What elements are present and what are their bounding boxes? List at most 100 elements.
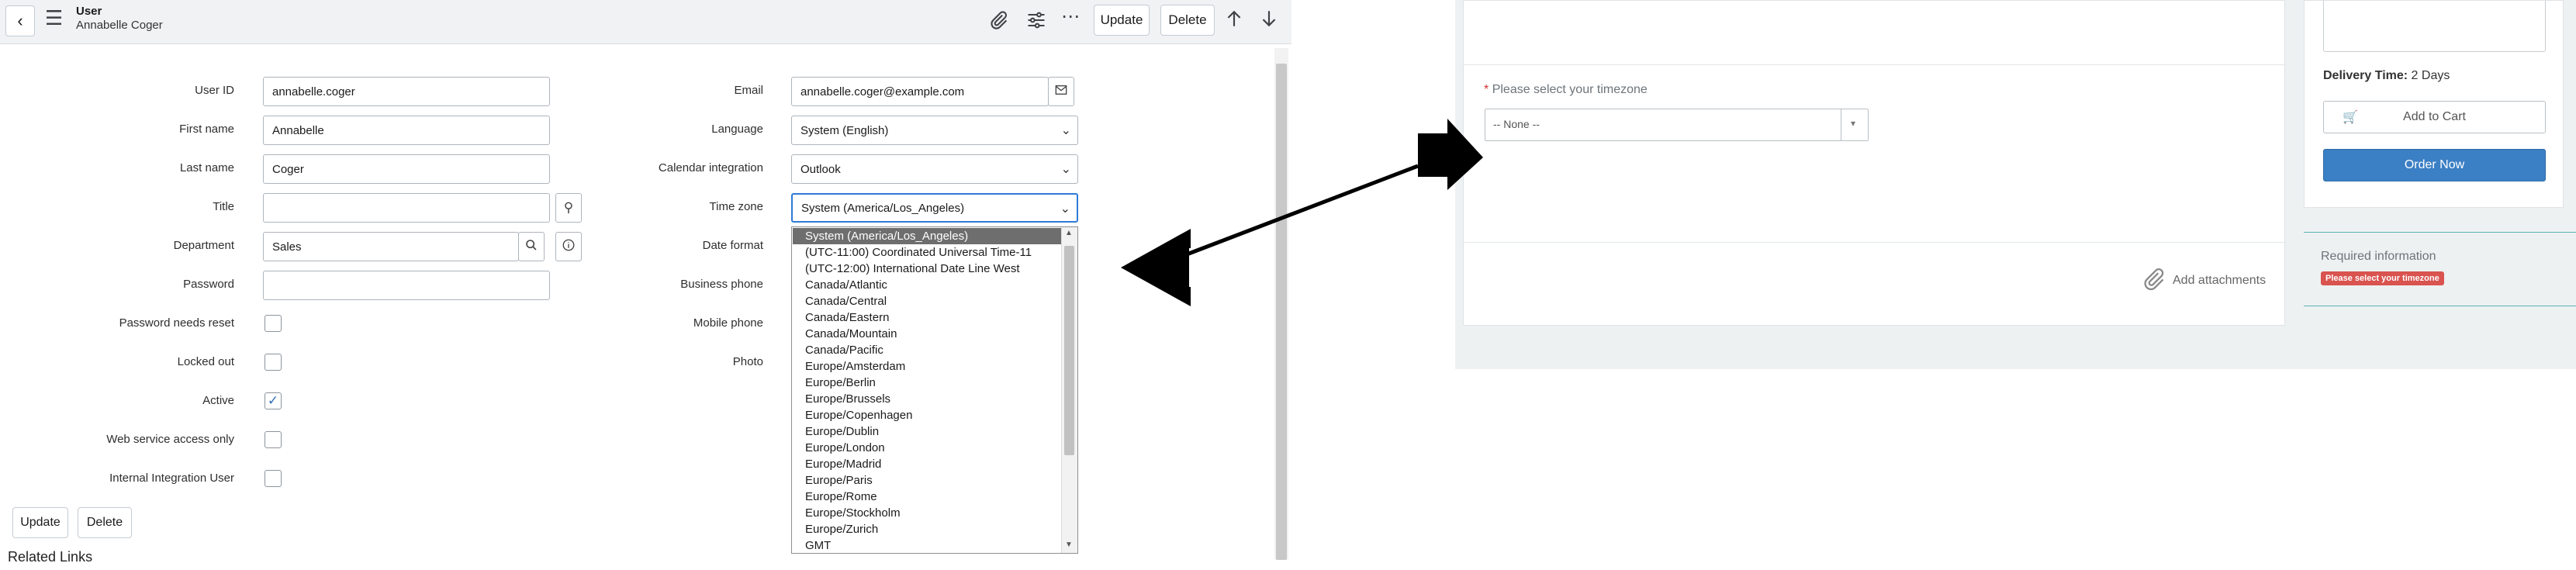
password-needs-reset-checkbox[interactable]: [265, 315, 282, 332]
timezone-prompt-text: Please select your timezone: [1492, 83, 1648, 96]
hamburger-menu-icon[interactable]: ☰: [45, 8, 63, 28]
user-id-label: User ID: [195, 84, 234, 97]
personalize-sliders-icon[interactable]: [1025, 9, 1047, 34]
department-lookup-button[interactable]: [518, 232, 545, 261]
calendar-integration-select[interactable]: Outlook ⌄: [791, 154, 1078, 184]
search-icon: [525, 239, 538, 255]
timezone-option[interactable]: Europe/Rome: [793, 489, 1061, 505]
caret-down-icon: ▾: [1851, 118, 1856, 129]
arrow-down-icon[interactable]: [1259, 8, 1279, 33]
timezone-option[interactable]: Canada/Pacific: [793, 342, 1061, 358]
title-input[interactable]: [263, 193, 550, 223]
header-update-button[interactable]: Update: [1094, 5, 1150, 36]
password-input[interactable]: [263, 271, 550, 300]
timezone-select[interactable]: -- None -- ▾: [1485, 109, 1869, 141]
timezone-select-value: -- None --: [1493, 118, 1540, 130]
checkmark-icon: ✓: [267, 393, 279, 408]
paperclip-icon[interactable]: [987, 9, 1009, 35]
header-delete-button[interactable]: Delete: [1160, 5, 1215, 36]
timezone-option[interactable]: GMT: [793, 537, 1061, 553]
form-header: ‹ ☰ User Annabelle Coger ⋯ Update Delete: [0, 0, 1291, 44]
email-input[interactable]: annabelle.coger@example.com: [791, 77, 1049, 106]
catalog-variable-card: * Please select your timezone -- None --…: [1463, 0, 2285, 326]
language-value: System (English): [800, 123, 889, 137]
language-label: Language: [711, 123, 763, 136]
paperclip-icon[interactable]: [2140, 266, 2166, 296]
page-scrollbar[interactable]: [1274, 48, 1288, 560]
timezone-question-label: * Please select your timezone: [1484, 83, 1648, 97]
timezone-option[interactable]: Canada/Eastern: [793, 309, 1061, 326]
timezone-option[interactable]: Europe/Berlin: [793, 375, 1061, 391]
last-name-input[interactable]: Coger: [263, 154, 550, 184]
mobile-phone-label: Mobile phone: [693, 316, 763, 330]
timezone-option[interactable]: Europe/Madrid: [793, 456, 1061, 472]
scroll-down-icon[interactable]: ▼: [1065, 541, 1073, 549]
add-attachments-link[interactable]: Add attachments: [2173, 274, 2266, 288]
dropdown-scrollbar[interactable]: ▲ ▼: [1061, 227, 1077, 553]
suggestion-lightbulb-button[interactable]: ⚲: [555, 193, 582, 223]
first-name-input[interactable]: Annabelle: [263, 116, 550, 145]
timezone-option[interactable]: Canada/Central: [793, 293, 1061, 309]
timezone-option[interactable]: Europe/Stockholm: [793, 505, 1061, 521]
web-service-access-only-checkbox[interactable]: [265, 431, 282, 448]
quantity-select-remnant[interactable]: [2323, 1, 2546, 52]
calendar-integration-value: Outlook: [800, 162, 841, 176]
divider: [1464, 242, 2284, 243]
timezone-option[interactable]: System (America/Los_Angeles): [793, 228, 1061, 244]
password-label: Password: [183, 278, 234, 291]
web-service-access-only-label: Web service access only: [106, 433, 234, 446]
footer-update-button[interactable]: Update: [12, 507, 68, 538]
time-zone-dropdown-list[interactable]: System (America/Los_Angeles) (UTC-11:00) …: [791, 226, 1078, 554]
department-info-button[interactable]: [555, 232, 582, 261]
required-information-label: Required information: [2321, 250, 2436, 263]
locked-out-checkbox[interactable]: [265, 354, 282, 371]
add-to-cart-button[interactable]: 🛒 Add to Cart: [2323, 101, 2546, 133]
language-select[interactable]: System (English) ⌄: [791, 116, 1078, 145]
timezone-option[interactable]: Canada/Atlantic: [793, 277, 1061, 293]
delivery-time-value: 2 Days: [2411, 69, 2450, 82]
department-input[interactable]: Sales: [263, 232, 519, 261]
scroll-up-icon[interactable]: ▲: [1065, 229, 1073, 237]
order-now-button[interactable]: Order Now: [2323, 149, 2546, 181]
record-type: User: [76, 5, 102, 18]
business-phone-label: Business phone: [680, 278, 763, 291]
active-checkbox[interactable]: ✓: [265, 392, 282, 409]
related-links-heading: Related Links: [8, 549, 93, 565]
chevron-down-icon: ⌄: [1060, 163, 1071, 176]
last-name-label: Last name: [179, 161, 234, 174]
chevron-down-icon: ⌄: [1060, 124, 1071, 137]
divider: [1464, 64, 2284, 65]
calendar-integration-label: Calendar integration: [658, 161, 763, 174]
internal-integration-user-checkbox[interactable]: [265, 470, 282, 487]
arrow-up-icon[interactable]: [1224, 8, 1244, 33]
timezone-option[interactable]: Europe/Dublin: [793, 423, 1061, 440]
user-id-input[interactable]: annabelle.coger: [263, 77, 550, 106]
timezone-option[interactable]: Europe/Paris: [793, 472, 1061, 489]
timezone-option[interactable]: Europe/Zurich: [793, 521, 1061, 537]
more-options-icon[interactable]: ⋯: [1061, 8, 1080, 26]
timezone-option[interactable]: Europe/Amsterdam: [793, 358, 1061, 375]
send-email-button[interactable]: [1048, 77, 1074, 106]
timezone-option[interactable]: Europe/Copenhagen: [793, 407, 1061, 423]
add-to-cart-label: Add to Cart: [2403, 110, 2466, 123]
email-label: Email: [734, 84, 763, 97]
page-scroll-thumb[interactable]: [1276, 64, 1287, 560]
timezone-option[interactable]: Europe/London: [793, 440, 1061, 456]
dropdown-scroll-thumb[interactable]: [1064, 246, 1074, 455]
back-button[interactable]: ‹: [5, 5, 35, 36]
title-label: Title: [213, 200, 234, 213]
divider: [2304, 232, 2576, 233]
time-zone-label: Time zone: [709, 200, 763, 213]
time-zone-select[interactable]: System (America/Los_Angeles) ⌄: [791, 193, 1078, 223]
department-label: Department: [173, 239, 234, 252]
delivery-time: Delivery Time: 2 Days: [2323, 69, 2450, 83]
photo-label: Photo: [732, 355, 763, 368]
time-zone-value: System (America/Los_Angeles): [801, 201, 965, 215]
timezone-option[interactable]: (UTC-12:00) International Date Line West: [793, 261, 1061, 277]
delivery-time-label: Delivery Time:: [2323, 69, 2408, 82]
timezone-option[interactable]: (UTC-11:00) Coordinated Universal Time-1…: [793, 244, 1061, 261]
chevron-left-icon: ‹: [17, 11, 23, 30]
timezone-option[interactable]: Europe/Brussels: [793, 391, 1061, 407]
footer-delete-button[interactable]: Delete: [78, 507, 132, 538]
timezone-option[interactable]: Canada/Mountain: [793, 326, 1061, 342]
